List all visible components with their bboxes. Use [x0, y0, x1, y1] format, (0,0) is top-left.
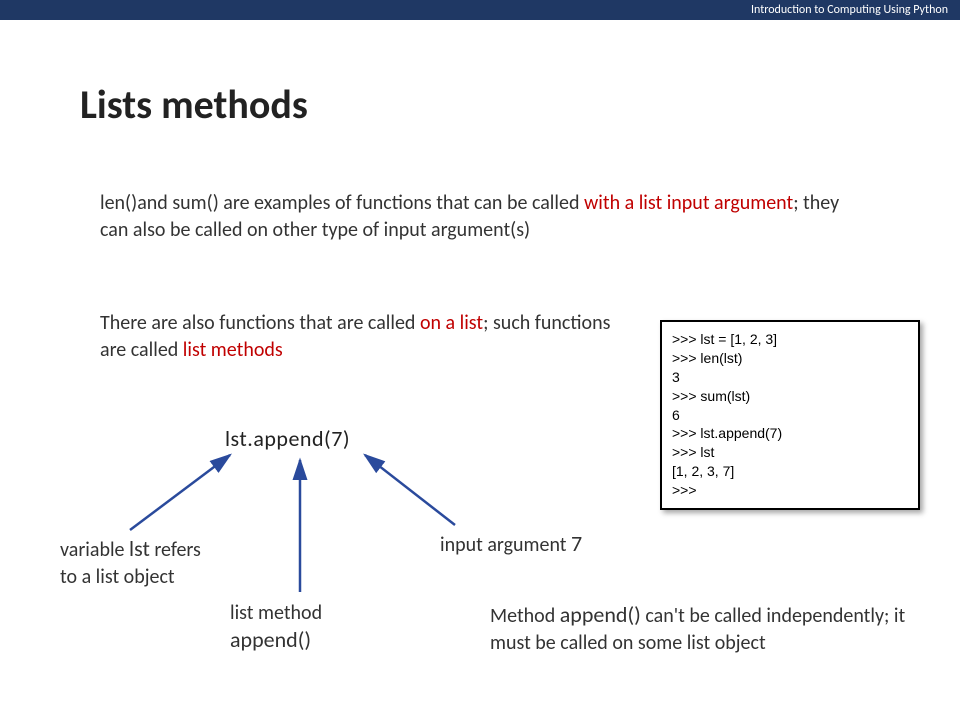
len-func: len() [100, 191, 137, 215]
p2-t1: There are also functions that are called [100, 311, 420, 335]
p2-h1: on a list [420, 311, 483, 335]
label-variable: variable lst refers to a list object [60, 535, 220, 590]
note-m: append() [560, 601, 641, 628]
center-expression: lst.append(7) [225, 425, 350, 452]
lm-a: list method [230, 601, 322, 625]
course-label: Introduction to Computing Using Python [751, 3, 948, 17]
la-b: 7 [571, 530, 582, 557]
label-argument: input argument 7 [440, 530, 660, 557]
lv-b: lst [129, 535, 150, 562]
highlight-input-arg: with a list input argument [584, 191, 793, 215]
header-bar: Introduction to Computing Using Python [0, 0, 960, 20]
la-a: input argument [440, 533, 571, 557]
label-method: list method append() [230, 600, 430, 655]
page-title: Lists methods [80, 80, 308, 129]
text-and: and [137, 191, 168, 215]
paragraph-intro: len()and sum() are examples of functions… [100, 190, 870, 244]
note-t1: Method [490, 604, 560, 628]
p2-h2: list methods [183, 338, 283, 362]
text-rest1: are examples of functions that can be ca… [219, 191, 584, 215]
sum-func: sum() [172, 191, 218, 215]
lm-b: append() [230, 626, 311, 653]
repl-code-box: >>> lst = [1, 2, 3] >>> len(lst) 3 >>> s… [660, 320, 920, 510]
paragraph-methods: There are also functions that are called… [100, 310, 620, 364]
lv-a: variable [60, 538, 129, 562]
note-append: Method append() can't be called independ… [490, 600, 920, 657]
